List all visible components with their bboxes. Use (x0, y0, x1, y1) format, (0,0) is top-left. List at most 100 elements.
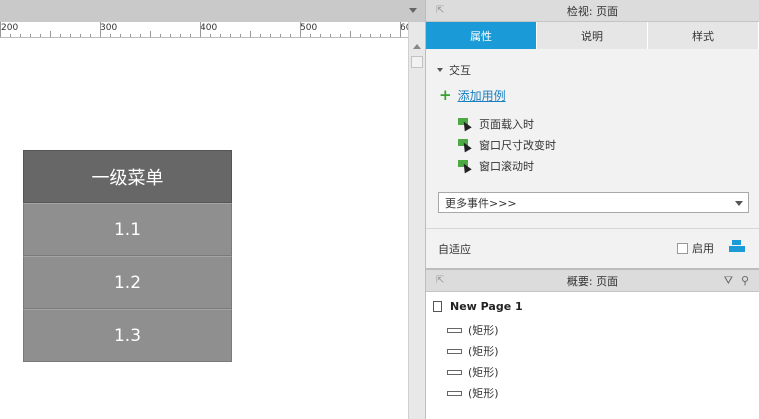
adaptive-views-icon[interactable] (729, 240, 746, 253)
menu-widget[interactable]: 一级菜单 1.1 1.2 1.3 (23, 150, 232, 362)
ruler-label: 500 (300, 23, 318, 33)
ruler-tick (400, 22, 401, 37)
rectangle-icon (447, 348, 462, 354)
more-events-select[interactable]: 更多事件>>> (438, 192, 749, 213)
filter-icon[interactable]: ⛛ (724, 274, 733, 288)
outline-item[interactable]: (矩形) (447, 343, 499, 359)
rectangle-icon (447, 369, 462, 375)
search-icon[interactable]: ⚲ (741, 274, 749, 288)
horizontal-ruler: 200 300 400 500 600 (0, 22, 408, 38)
event-page-load[interactable]: 页面载入时 (458, 116, 534, 132)
ruler-tick (30, 34, 31, 37)
ruler-tick (260, 34, 261, 37)
event-label: 窗口尺寸改变时 (479, 139, 556, 152)
ruler-tick (390, 34, 391, 37)
ruler-tick (90, 34, 91, 37)
event-cursor-icon (458, 138, 472, 152)
inspector-panel: ⇱ 检视: 页面 属性 说明 样式 交互 + 添加用例 页面载入时 窗口尺寸改变… (425, 0, 759, 268)
ruler-label: 200 (1, 23, 19, 33)
ruler-tick (350, 31, 351, 37)
collapse-arrow-icon[interactable]: ⇱ (436, 5, 444, 16)
outline-item-label: (矩形) (468, 345, 499, 358)
ruler-tick (50, 31, 51, 37)
tab-notes[interactable]: 说明 (537, 22, 648, 49)
ruler-tick (250, 31, 251, 37)
scrollbar-thumb[interactable] (411, 56, 423, 68)
ruler-tick (370, 34, 371, 37)
enable-label: 启用 (692, 242, 714, 255)
event-label: 页面载入时 (479, 118, 534, 131)
ruler-tick (230, 34, 231, 37)
design-canvas[interactable]: 200 300 400 500 600 一级菜单 1.1 1.2 1.3 (0, 0, 425, 419)
collapse-arrow-icon[interactable]: ⇱ (436, 275, 444, 286)
menu-item[interactable]: 1.3 (23, 309, 232, 362)
outline-item[interactable]: (矩形) (447, 322, 499, 338)
plus-icon: + (439, 86, 452, 104)
rectangle-icon (447, 390, 462, 396)
scroll-up-icon[interactable] (413, 44, 421, 49)
ruler-tick (180, 34, 181, 37)
event-cursor-icon (458, 159, 472, 173)
tab-style[interactable]: 样式 (648, 22, 759, 49)
vertical-scrollbar[interactable] (408, 38, 425, 419)
outline-panel: ⇱ 概要: 页面 ⛛ ⚲ New Page 1 (矩形) (矩形) (矩形) (… (425, 268, 759, 419)
interaction-section-header[interactable]: 交互 (437, 62, 471, 78)
ruler-tick (170, 34, 171, 37)
ruler-tick (210, 34, 211, 37)
ruler-tick (0, 22, 1, 37)
rectangle-icon (447, 327, 462, 333)
event-label: 窗口滚动时 (479, 160, 534, 173)
outline-item-label: (矩形) (468, 387, 499, 400)
ruler-tick (330, 34, 331, 37)
interaction-label: 交互 (449, 64, 471, 77)
ruler-tick (150, 31, 151, 37)
ruler-tick (290, 34, 291, 37)
outline-item[interactable]: (矩形) (447, 364, 499, 380)
ruler-tick (340, 34, 341, 37)
ruler-tick (270, 34, 271, 37)
enable-checkbox[interactable]: 启用 (677, 240, 714, 256)
add-case-label[interactable]: 添加用例 (458, 87, 506, 104)
ruler-tick (40, 34, 41, 37)
more-events-value: 更多事件>>> (445, 196, 517, 210)
menu-item[interactable]: 1.2 (23, 256, 232, 309)
ruler-tick (120, 34, 121, 37)
chevron-down-icon (735, 201, 743, 206)
page-name: New Page 1 (450, 300, 523, 313)
ruler-tick (320, 34, 321, 37)
ruler-tick (110, 34, 111, 37)
outline-item[interactable]: (矩形) (447, 385, 499, 401)
menu-item[interactable]: 1.1 (23, 203, 232, 256)
tab-properties[interactable]: 属性 (426, 22, 537, 49)
checkbox-box[interactable] (677, 242, 688, 254)
outline-item-label: (矩形) (468, 366, 499, 379)
ruler-label: 600 (400, 23, 408, 33)
inspector-title: 检视: 页面 (566, 4, 619, 18)
ruler-tick (310, 34, 311, 37)
ruler-tick (140, 34, 141, 37)
ruler-tick (380, 34, 381, 37)
ruler-tick (300, 22, 301, 37)
outline-title: 概要: 页面 (566, 274, 619, 288)
event-window-resize[interactable]: 窗口尺寸改变时 (458, 137, 556, 153)
ruler-tick (220, 34, 221, 37)
outline-title-bar: ⇱ 概要: 页面 ⛛ ⚲ (426, 270, 759, 292)
event-window-scroll[interactable]: 窗口滚动时 (458, 158, 534, 174)
ruler-tick (280, 34, 281, 37)
menu-header[interactable]: 一级菜单 (23, 150, 232, 203)
outline-page-node[interactable]: New Page 1 (433, 300, 523, 313)
ruler-tick (240, 34, 241, 37)
ruler-tick (360, 34, 361, 37)
inspector-title-bar: ⇱ 检视: 页面 (426, 0, 759, 22)
outline-item-label: (矩形) (468, 324, 499, 337)
ruler-tick (80, 34, 81, 37)
tab-dropdown-icon[interactable] (409, 8, 417, 13)
add-case-link[interactable]: + 添加用例 (439, 87, 506, 104)
ruler-tick (160, 34, 161, 37)
canvas-tab-strip (0, 0, 425, 22)
inspector-tabs: 属性 说明 样式 (426, 22, 759, 49)
ruler-tick (70, 34, 71, 37)
ruler-label: 400 (200, 23, 218, 33)
ruler-tick (200, 22, 201, 37)
ruler-tick (130, 34, 131, 37)
